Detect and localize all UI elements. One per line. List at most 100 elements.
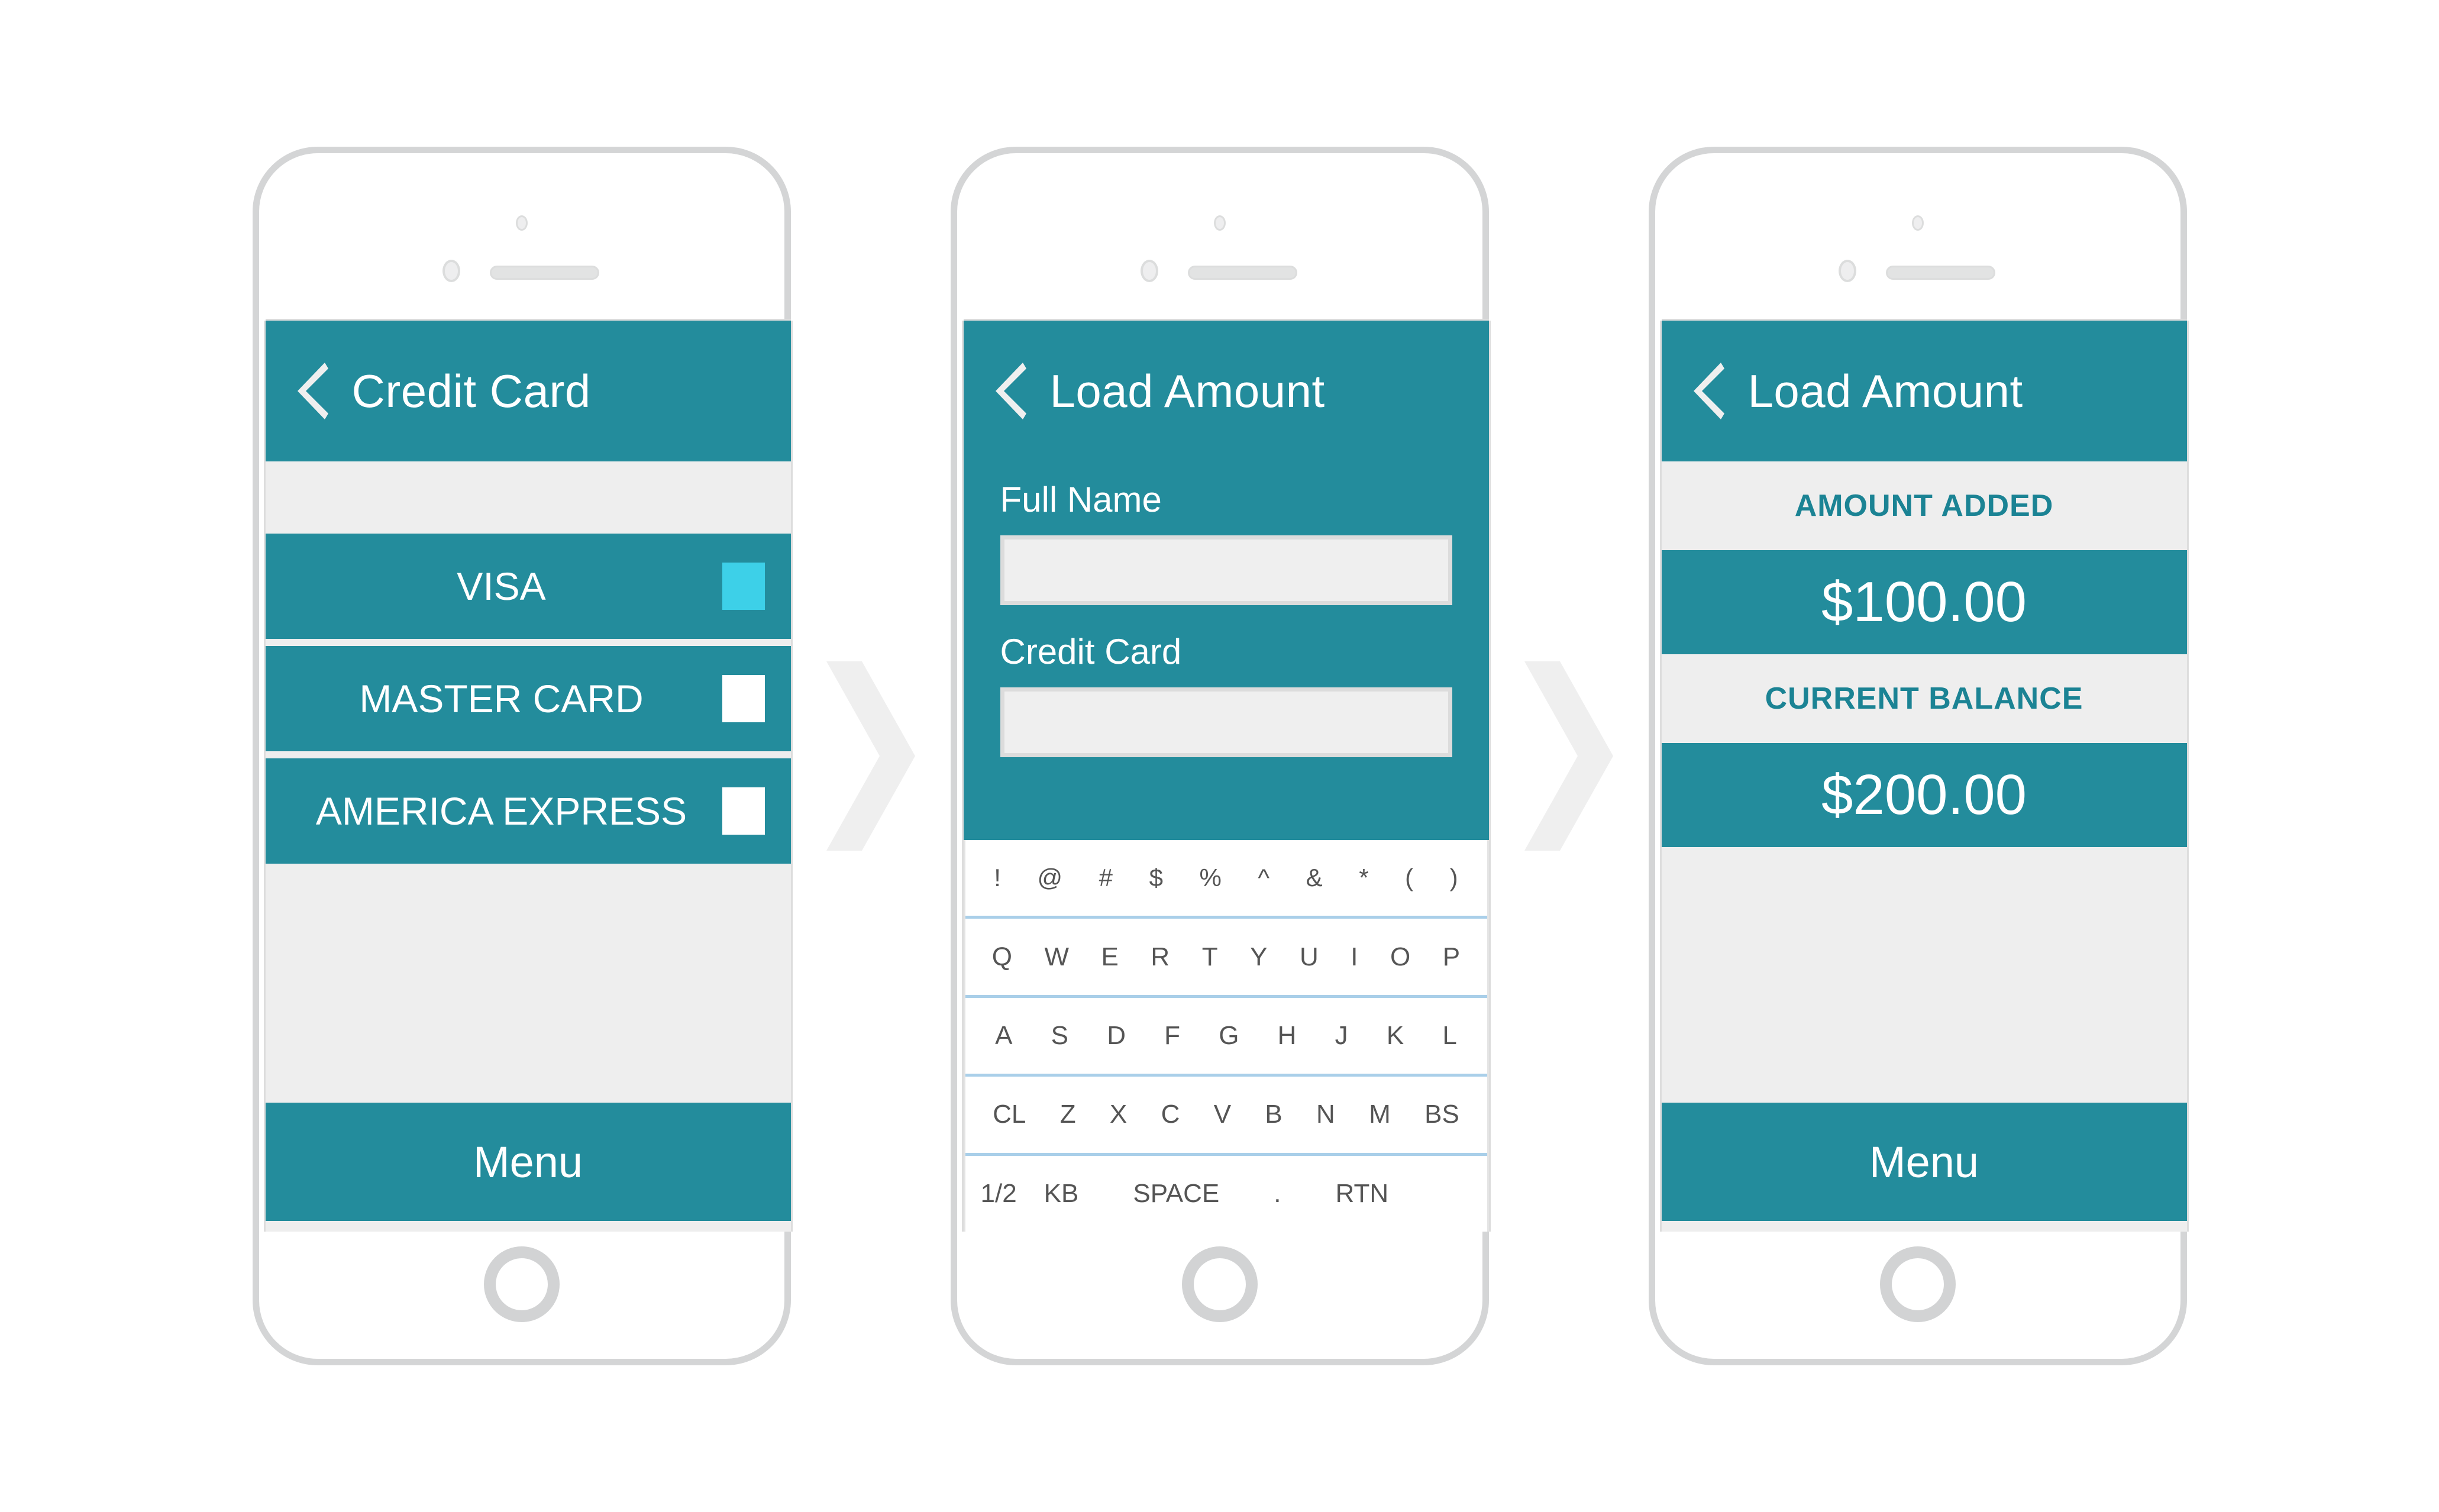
app-header: Credit Card [265,321,791,461]
current-balance-label: CURRENT BALANCE [1661,654,2187,743]
earpiece-speaker-icon [489,266,599,280]
app-header: Load Amount [963,321,1489,461]
card-option-checkbox[interactable] [722,787,765,835]
page-title: Credit Card [351,364,591,417]
home-button[interactable] [483,1246,560,1322]
keyboard-row-1: Q W E R T Y U I O P [965,919,1487,998]
card-option-checkbox[interactable] [722,563,765,610]
screen-flow-diagram: Credit Card VISA MASTER CARD AMERICA EXP… [0,0,2439,1512]
phone-mockup-credit-card: Credit Card VISA MASTER CARD AMERICA EXP… [235,147,809,1365]
key-paren-close[interactable]: ) [1450,864,1458,892]
key-h[interactable]: H [1278,1021,1297,1051]
app-header: Load Amount [1661,321,2187,461]
content-spacer-top [265,461,791,534]
key-t[interactable]: T [1202,942,1218,972]
key-z[interactable]: Z [1060,1100,1076,1129]
keyboard-row-symbols: ! @ # $ % ^ & * ( ) [965,840,1487,919]
card-option-america-express[interactable]: AMERICA EXPRESS [265,758,791,864]
key-o[interactable]: O [1390,942,1410,972]
back-chevron-icon[interactable] [297,363,328,419]
key-p[interactable]: P [1443,942,1460,972]
key-k[interactable]: K [1387,1021,1404,1051]
key-e[interactable]: E [1101,942,1119,972]
front-camera-icon [1838,260,1856,282]
key-j[interactable]: J [1335,1021,1348,1051]
content-spacer-bottom [1661,847,2187,1103]
key-n[interactable]: N [1316,1100,1335,1129]
on-screen-keyboard[interactable]: ! @ # $ % ^ & * ( ) Q W E R T Y U I O P … [963,840,1489,1232]
key-b[interactable]: B [1265,1100,1282,1129]
card-option-label: AMERICA EXPRESS [315,789,687,833]
key-hash[interactable]: # [1099,864,1113,892]
key-w[interactable]: W [1045,942,1070,972]
proximity-sensor-icon [515,215,528,231]
full-name-input[interactable] [1000,535,1452,605]
key-q[interactable]: Q [992,942,1012,972]
front-camera-icon [1140,260,1158,282]
screen-bottom-edge [265,1221,791,1232]
credit-card-input[interactable] [1000,687,1452,757]
page-title: Load Amount [1049,364,1325,417]
key-g[interactable]: G [1219,1021,1239,1051]
content-spacer-bottom [265,864,791,1103]
key-dollar[interactable]: $ [1149,864,1163,892]
home-button[interactable] [1181,1246,1258,1322]
phone-frame: Load Amount AMOUNT ADDED $100.00 CURRENT… [1648,147,2187,1365]
key-y[interactable]: Y [1250,942,1267,972]
back-chevron-icon[interactable] [1693,363,1724,419]
proximity-sensor-icon [1911,215,1924,231]
keyboard-row-2: A S D F G H J K L [965,998,1487,1077]
key-s[interactable]: S [1051,1021,1068,1051]
key-x[interactable]: X [1110,1100,1127,1129]
key-return[interactable]: RTN [1336,1179,1389,1209]
key-u[interactable]: U [1300,942,1319,972]
key-period[interactable]: . [1274,1179,1281,1209]
earpiece-speaker-icon [1885,266,1995,280]
key-page-toggle[interactable]: 1/2 [981,1179,1017,1209]
full-name-label: Full Name [1000,480,1162,519]
screen-load-amount-form: Load Amount Full Name Credit Card ! @ # … [963,321,1489,1232]
key-a[interactable]: A [995,1021,1012,1051]
key-c[interactable]: C [1161,1100,1180,1129]
key-space[interactable]: SPACE [1133,1179,1219,1209]
phone-mockup-load-amount-summary: Load Amount AMOUNT ADDED $100.00 CURRENT… [1631,147,2205,1365]
card-option-master-card[interactable]: MASTER CARD [265,646,791,751]
key-r[interactable]: R [1151,942,1170,972]
key-f[interactable]: F [1164,1021,1180,1051]
menu-button[interactable]: Menu [1661,1103,2187,1221]
row-divider [265,751,791,758]
key-l[interactable]: L [1442,1021,1456,1051]
card-option-visa[interactable]: VISA [265,534,791,639]
card-option-label: VISA [457,564,546,608]
front-camera-icon [442,260,460,282]
earpiece-speaker-icon [1187,266,1297,280]
keyboard-row-3: CL Z X C V B N M BS [965,1077,1487,1156]
page-title: Load Amount [1747,364,2023,417]
key-caps-lock[interactable]: CL [993,1100,1026,1129]
home-button[interactable] [1879,1246,1956,1322]
screen-bottom-edge [1661,1221,2187,1232]
key-at[interactable]: @ [1037,864,1062,892]
key-keyboard-switch[interactable]: KB [1044,1179,1079,1209]
back-chevron-icon[interactable] [995,363,1026,419]
row-divider [265,639,791,646]
key-exclamation[interactable]: ! [994,864,1001,892]
form-panel: Full Name Credit Card [963,461,1489,840]
proximity-sensor-icon [1213,215,1226,231]
key-asterisk[interactable]: * [1359,864,1368,892]
key-v[interactable]: V [1214,1100,1231,1129]
flow-arrow-1 [815,655,927,857]
card-option-label: MASTER CARD [359,677,644,721]
key-ampersand[interactable]: & [1306,864,1323,892]
key-backspace[interactable]: BS [1424,1100,1459,1129]
amount-added-label: AMOUNT ADDED [1661,461,2187,550]
key-m[interactable]: M [1369,1100,1391,1129]
menu-button[interactable]: Menu [265,1103,791,1221]
screen-credit-card: Credit Card VISA MASTER CARD AMERICA EXP… [265,321,791,1232]
key-paren-open[interactable]: ( [1405,864,1413,892]
card-option-checkbox[interactable] [722,675,765,722]
key-caret[interactable]: ^ [1258,864,1269,892]
key-i[interactable]: I [1351,942,1358,972]
key-d[interactable]: D [1107,1021,1126,1051]
key-percent[interactable]: % [1199,864,1221,892]
